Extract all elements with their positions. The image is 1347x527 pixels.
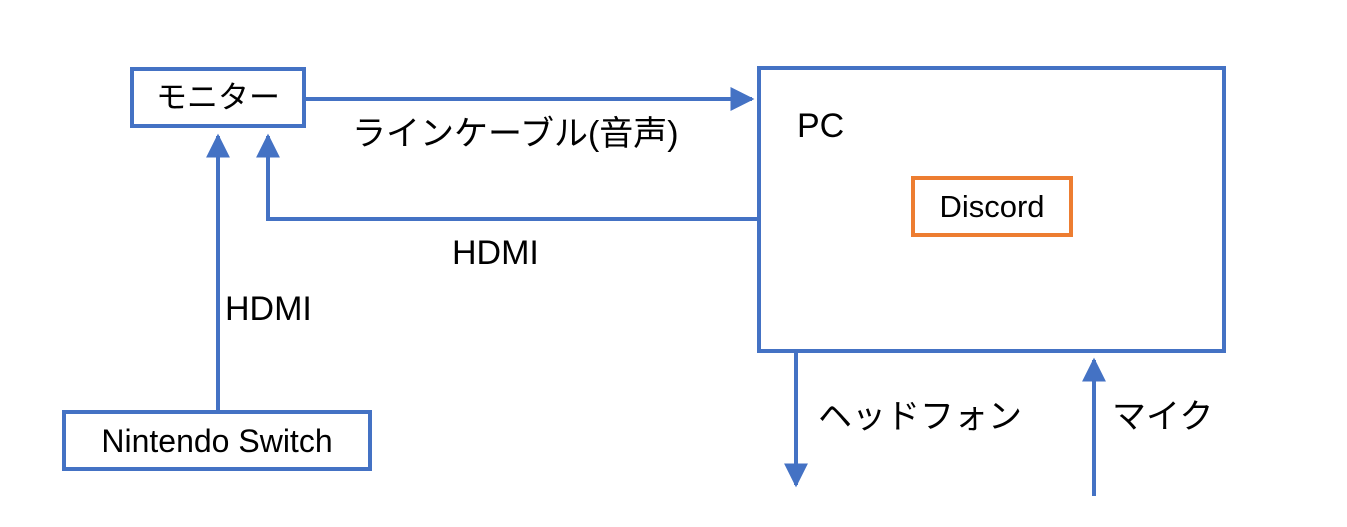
edge-label-mic: マイク (1112, 398, 1214, 436)
node-discord-label: Discord (939, 189, 1045, 224)
node-monitor-label: モニター (156, 80, 280, 115)
node-nintendo-switch-label: Nintendo Switch (101, 422, 333, 459)
edge-label-headphone: ヘッドフォン (818, 398, 1022, 436)
node-monitor[interactable]: モニター (130, 67, 306, 128)
node-discord[interactable]: Discord (911, 176, 1073, 237)
edge-label-line-cable-audio: ラインケーブル(音声) (352, 115, 679, 153)
node-nintendo-switch[interactable]: Nintendo Switch (62, 410, 372, 471)
diagram-canvas: モニター PC Discord Nintendo Switch ラインケーブル(… (0, 0, 1347, 527)
edge-label-hdmi-pc-to-monitor: HDMI (452, 234, 539, 272)
edge-label-hdmi-switch-to-monitor: HDMI (225, 290, 312, 328)
node-pc-label: PC (797, 107, 845, 145)
